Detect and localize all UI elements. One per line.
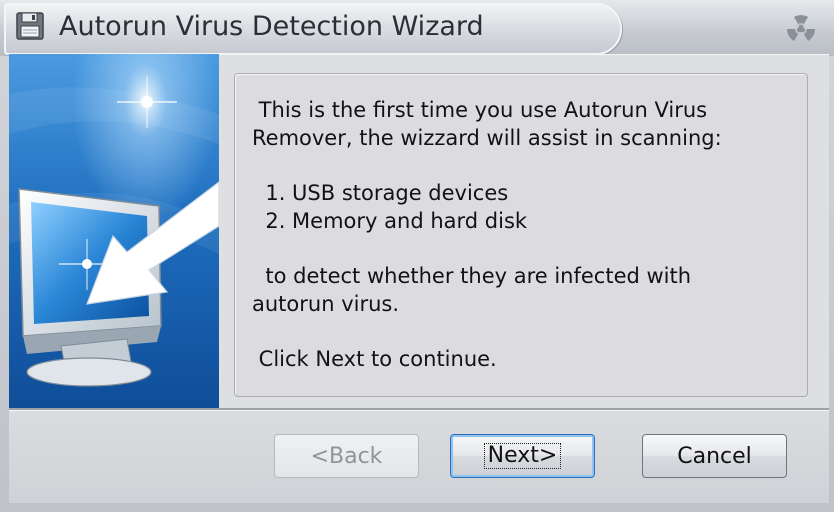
- next-button[interactable]: Next>: [450, 434, 595, 478]
- info-text: This is the first time you use Autorun V…: [252, 97, 782, 374]
- next-button-label: Next>: [483, 443, 562, 469]
- monitor-arrow-banner: [9, 54, 219, 408]
- continue-hint: Click Next to continue.: [252, 347, 497, 371]
- radiation-icon: [787, 15, 815, 41]
- cancel-button-label: Cancel: [677, 443, 752, 469]
- cancel-button[interactable]: Cancel: [642, 434, 787, 478]
- intro-line-1: This is the first time you use Autorun V…: [252, 98, 708, 122]
- detect-line-2: autorun virus.: [252, 291, 400, 316]
- back-button[interactable]: <Back: [274, 434, 419, 478]
- wizard-window: Autorun Virus Detection Wizard This is t…: [0, 0, 834, 512]
- detect-line-1: to detect whether they are infected with: [252, 264, 692, 288]
- list-item-usb: 1. USB storage devices: [252, 181, 509, 205]
- list-item-memory: 2. Memory and hard disk: [252, 208, 528, 233]
- floppy-disk-icon: [16, 12, 44, 40]
- back-button-label: <Back: [310, 443, 383, 469]
- title-bar[interactable]: Autorun Virus Detection Wizard: [0, 0, 834, 56]
- intro-line-2: Remover, the wizzard will assist in scan…: [252, 125, 722, 150]
- window-title: Autorun Virus Detection Wizard: [59, 11, 484, 42]
